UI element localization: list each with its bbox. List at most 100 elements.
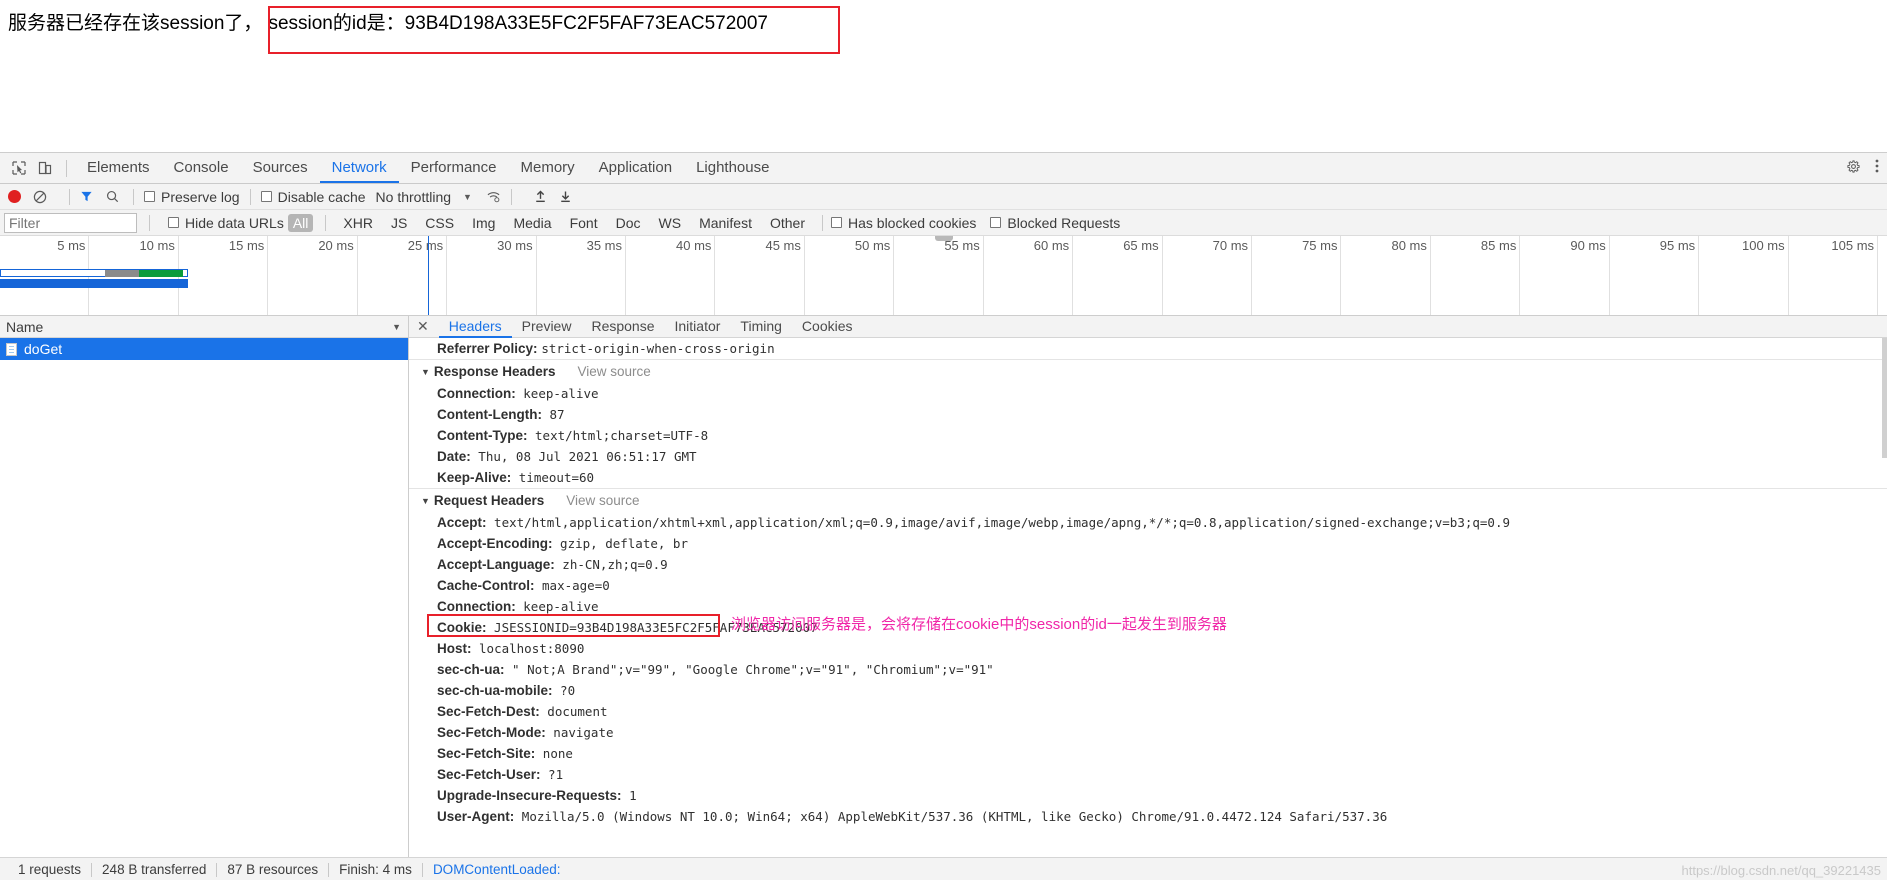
network-conditions-icon[interactable] <box>486 190 501 203</box>
request-headers-list: Accept: text/html,application/xhtml+xml,… <box>409 512 1887 827</box>
close-icon[interactable]: ✕ <box>417 318 429 335</box>
chevron-down-icon[interactable]: ▼ <box>421 496 430 506</box>
document-icon <box>6 342 17 356</box>
preserve-log-box[interactable] <box>144 191 155 202</box>
browser-page-content: 服务器已经存在该session了， session的id是：93B4D198A33… <box>0 0 1887 148</box>
network-overview-timeline[interactable]: 5 ms 10 ms 15 ms 20 ms 25 ms 30 ms 35 ms 40 ms 4… <box>0 236 1887 316</box>
import-har-icon[interactable] <box>534 190 547 203</box>
header-name: sec-ch-ua-mobile: <box>437 683 553 698</box>
type-filter-media[interactable]: Media <box>508 214 556 232</box>
status-dom-content-loaded[interactable]: DOMContentLoaded: <box>423 862 571 877</box>
has-blocked-cookies-box[interactable] <box>831 217 842 228</box>
request-headers-title: Request Headers <box>433 493 545 508</box>
header-row: Host: localhost:8090 <box>409 638 1887 659</box>
type-filter-img[interactable]: Img <box>467 214 500 232</box>
screenshot-root: 服务器已经存在该session了， session的id是：93B4D198A33… <box>0 0 1887 880</box>
chevron-down-icon[interactable]: ▼ <box>463 192 472 202</box>
detail-tab-cookies[interactable]: Cookies <box>792 316 863 338</box>
overview-resize-handle[interactable] <box>934 236 953 241</box>
detail-tab-timing[interactable]: Timing <box>730 316 792 338</box>
devtools-tabstrip-actions <box>1846 153 1879 184</box>
inspect-element-icon[interactable] <box>6 156 32 180</box>
header-row: Accept-Encoding: gzip, deflate, br <box>409 533 1887 554</box>
hide-data-urls-checkbox[interactable]: Hide data URLs <box>168 215 284 231</box>
filter-input[interactable] <box>4 212 137 233</box>
status-finish: Finish: 4 ms <box>339 862 412 877</box>
network-filter-bar: Hide data URLs All XHR JS CSS Img Media … <box>0 210 1887 236</box>
toolbar-divider-1 <box>69 188 70 205</box>
detail-scrollbar[interactable] <box>1882 338 1887 458</box>
view-source-link-response[interactable]: View source <box>577 364 650 379</box>
header-row: Connection: keep-alive <box>409 383 1887 404</box>
header-value: ?0 <box>552 683 576 698</box>
preserve-log-checkbox[interactable]: Preserve log <box>144 189 240 205</box>
header-name: Connection: <box>437 386 516 401</box>
devtools-panel: Elements Console Sources Network Perform… <box>0 152 1887 880</box>
type-filter-css[interactable]: CSS <box>420 214 459 232</box>
header-value: document <box>539 704 608 719</box>
disable-cache-label: Disable cache <box>277 188 366 205</box>
type-filter-font[interactable]: Font <box>565 214 603 232</box>
view-source-link-request[interactable]: View source <box>566 493 639 508</box>
type-filter-xhr[interactable]: XHR <box>338 214 378 232</box>
response-headers-title: Response Headers <box>433 364 556 379</box>
header-row: Accept: text/html,application/xhtml+xml,… <box>409 512 1887 533</box>
toggle-device-toolbar-icon[interactable] <box>32 156 58 180</box>
tab-network[interactable]: Network <box>320 153 399 183</box>
hide-data-urls-label: Hide data URLs <box>185 214 284 231</box>
type-filter-js[interactable]: JS <box>386 214 412 232</box>
type-filter-ws[interactable]: WS <box>654 214 687 232</box>
disable-cache-box[interactable] <box>260 191 272 202</box>
filter-funnel-icon[interactable] <box>80 190 93 203</box>
hide-data-urls-box[interactable] <box>168 217 179 228</box>
detail-tab-preview[interactable]: Preview <box>512 316 582 338</box>
overview-request-bar-filled <box>0 279 188 288</box>
header-value: " Not;A Brand";v="99", "Google Chrome";v… <box>504 662 994 677</box>
clear-icon[interactable] <box>33 190 47 204</box>
header-value: none <box>535 746 573 761</box>
tab-application[interactable]: Application <box>587 153 684 183</box>
header-name: Accept-Language: <box>437 557 555 572</box>
disable-cache-checkbox[interactable]: Disable cache <box>260 188 366 205</box>
header-value: keep-alive <box>515 386 599 401</box>
header-name: Keep-Alive: <box>437 470 512 485</box>
network-main-split: Name ▼ doGet ✕ Headers Preview Response … <box>0 316 1887 857</box>
type-filter-other[interactable]: Other <box>765 214 810 232</box>
tab-memory[interactable]: Memory <box>509 153 587 183</box>
type-filter-manifest[interactable]: Manifest <box>694 214 757 232</box>
toolbar-divider-3 <box>249 188 251 205</box>
type-filter-all[interactable]: All <box>287 213 314 232</box>
blocked-requests-box[interactable] <box>990 217 1002 228</box>
response-headers-list: Connection: keep-alive Content-Length: 87… <box>409 383 1887 488</box>
response-headers-section-header[interactable]: ▼ Response Headers View source <box>409 359 1887 383</box>
blocked-requests-checkbox[interactable]: Blocked Requests <box>990 215 1120 231</box>
filterbar-divider-1 <box>149 214 150 231</box>
column-header-name[interactable]: Name <box>6 319 43 335</box>
page-text-prefix: 服务器已经存在该session了， <box>8 13 263 34</box>
tab-elements[interactable]: Elements <box>75 153 162 183</box>
tab-console[interactable]: Console <box>162 153 241 183</box>
tab-lighthouse[interactable]: Lighthouse <box>684 153 781 183</box>
record-button-icon[interactable] <box>8 190 21 203</box>
tab-performance[interactable]: Performance <box>399 153 509 183</box>
header-name: Accept-Encoding: <box>437 536 553 551</box>
header-row: Cookie: JSESSIONID=93B4D198A33E5FC2F5FAF… <box>409 614 1887 638</box>
column-sort-chevron-icon[interactable]: ▼ <box>392 322 401 332</box>
more-options-icon[interactable] <box>1875 158 1879 179</box>
network-status-bar: 1 requests 248 B transferred 87 B resour… <box>0 857 1887 880</box>
detail-tab-response[interactable]: Response <box>581 316 664 338</box>
type-filter-doc[interactable]: Doc <box>611 214 646 232</box>
export-har-icon[interactable] <box>559 190 572 203</box>
gear-icon[interactable] <box>1846 159 1861 179</box>
header-row: User-Agent: Mozilla/5.0 (Windows NT 10.0… <box>409 806 1887 827</box>
chevron-down-icon[interactable]: ▼ <box>421 367 430 377</box>
throttling-select[interactable]: No throttling <box>376 189 451 205</box>
tab-sources[interactable]: Sources <box>241 153 320 183</box>
devtools-tabstrip: Elements Console Sources Network Perform… <box>0 153 1887 184</box>
request-headers-section-header[interactable]: ▼ Request Headers View source <box>409 488 1887 512</box>
search-icon[interactable] <box>106 190 119 203</box>
detail-tab-initiator[interactable]: Initiator <box>665 316 731 338</box>
has-blocked-cookies-checkbox[interactable]: Has blocked cookies <box>831 215 976 231</box>
table-row[interactable]: doGet <box>0 338 408 360</box>
detail-tab-headers[interactable]: Headers <box>439 316 512 338</box>
